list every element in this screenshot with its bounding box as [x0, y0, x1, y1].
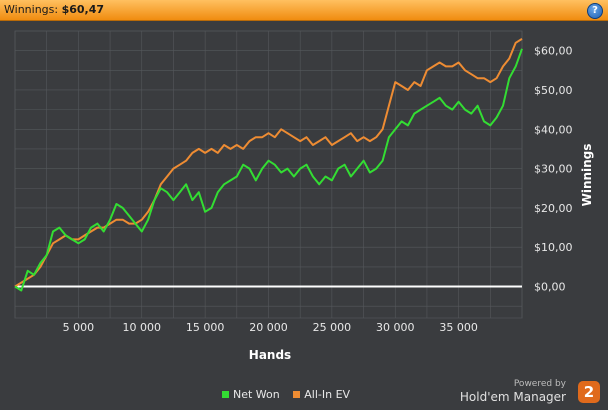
branding: Powered by Hold'em Manager 2	[442, 378, 602, 406]
y-tick-label: $30,00	[534, 163, 573, 176]
winnings-summary: Winnings: $60,47	[4, 3, 104, 16]
x-tick-label: 25 000	[313, 321, 352, 334]
x-tick-label: 30 000	[376, 321, 415, 334]
y-tick-label: $20,00	[534, 202, 573, 215]
winnings-graph: 5 000 10 000 15 000 20 000 25 000 30 000 35 00…	[14, 30, 594, 362]
chart-legend: Net Won All-In EV	[222, 388, 360, 401]
y-tick-label: $40,00	[534, 123, 573, 136]
product-name: Hold'em Manager	[459, 390, 566, 404]
x-tick-label: 35 000	[439, 321, 478, 334]
winnings-header-bar: Winnings: $60,47 ?	[0, 0, 608, 21]
legend-item-net-won: Net Won	[222, 388, 280, 401]
help-icon[interactable]: ?	[587, 3, 603, 19]
legend-label-net-won: Net Won	[233, 388, 280, 401]
winnings-value: $60,47	[61, 3, 105, 16]
x-axis-title: Hands	[249, 348, 291, 362]
y-tick-label: $0,00	[534, 281, 566, 294]
hm2-logo: 2	[578, 381, 600, 403]
y-tick-label: $50,00	[534, 84, 573, 97]
winnings-label: Winnings:	[4, 3, 59, 16]
y-tick-label: $10,00	[534, 241, 573, 254]
x-tick-label: 15 000	[186, 321, 225, 334]
x-tick-label: 5 000	[63, 321, 95, 334]
legend-swatch-all-in-ev	[293, 391, 301, 398]
x-tick-label: 10 000	[123, 321, 162, 334]
legend-label-all-in-ev: All-In EV	[304, 388, 351, 401]
legend-item-all-in-ev: All-In EV	[293, 388, 350, 401]
y-axis-title: Winnings	[580, 144, 594, 207]
legend-swatch-net-won	[222, 391, 229, 398]
powered-by-text: Powered by	[513, 379, 566, 389]
y-tick-label: $60,00	[534, 45, 573, 58]
x-tick-label: 20 000	[249, 321, 288, 334]
